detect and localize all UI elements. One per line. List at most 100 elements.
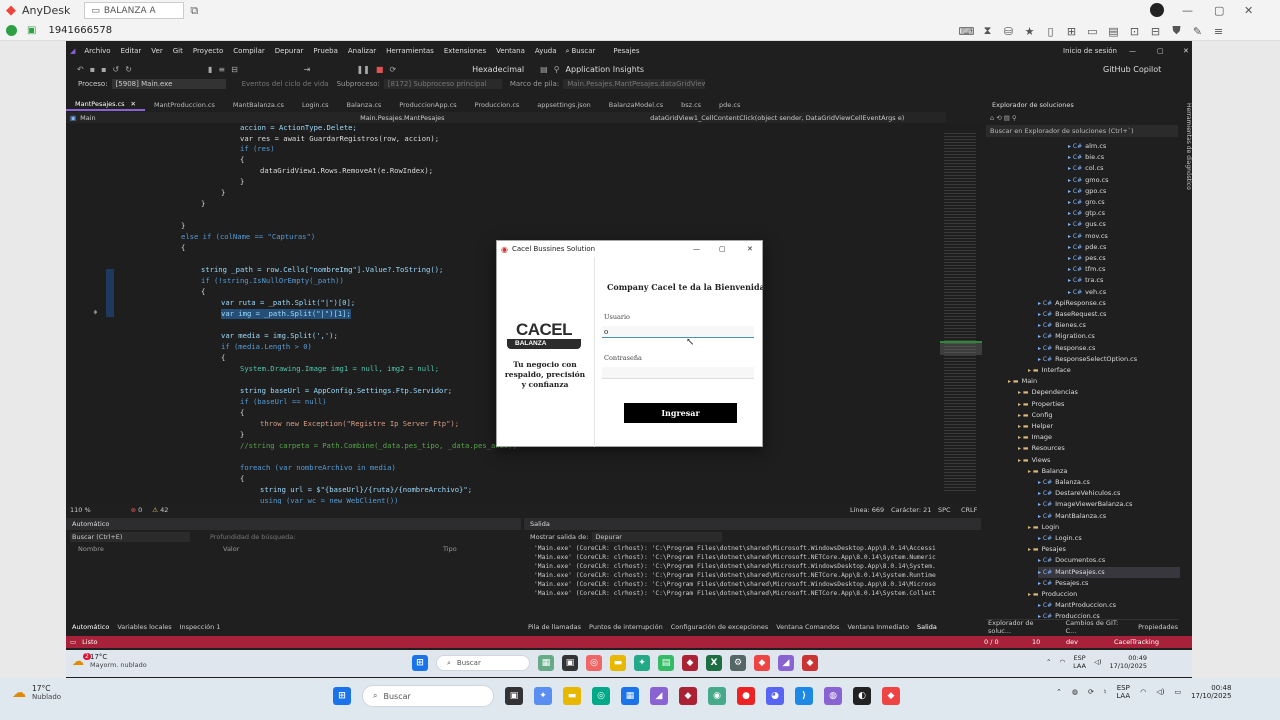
- ingresar-button[interactable]: Ingresar: [624, 403, 737, 423]
- zoom-level[interactable]: 110 %: [70, 506, 91, 514]
- solution-item[interactable]: ▸ C# pde.cs: [1068, 242, 1106, 253]
- solution-item[interactable]: ▸ ▬ Balanza: [1028, 466, 1067, 477]
- remote-search-box[interactable]: ⌕ Buscar: [436, 655, 530, 671]
- lineending-indicator[interactable]: CRLF: [961, 506, 977, 514]
- signin-link[interactable]: Inicio de sesión: [1058, 47, 1122, 55]
- solution-item[interactable]: ▸ C# MantProduccion.cs: [1038, 600, 1116, 611]
- record-icon[interactable]: ⊡: [1124, 25, 1145, 38]
- solution-item[interactable]: ▸ ▬ Views: [1018, 455, 1050, 466]
- solution-item[interactable]: ▸ C# gus.cs: [1068, 219, 1106, 230]
- status-repo[interactable]: CacelTracking: [1114, 638, 1159, 646]
- hourglass-icon[interactable]: ⧗: [977, 24, 998, 38]
- file-icon[interactable]: ▯: [1040, 25, 1061, 38]
- menu-herramientas[interactable]: Herramientas: [381, 47, 439, 55]
- threads-icon[interactable]: ▤: [537, 65, 551, 74]
- menu-ver[interactable]: Ver: [146, 47, 167, 55]
- tab-automatico[interactable]: Automático: [72, 623, 109, 631]
- solution-item[interactable]: ▸ C# gro.cs: [1068, 197, 1105, 208]
- tray-wifi-icon[interactable]: ◠: [1059, 658, 1065, 666]
- store-icon[interactable]: ▦: [621, 687, 639, 705]
- shield-icon[interactable]: ⛊: [1166, 24, 1187, 38]
- session-tab[interactable]: ▭ BALANZA A: [84, 2, 185, 19]
- restart-icon[interactable]: ⟳: [386, 65, 399, 74]
- dialog-minimize-icon[interactable]: —: [693, 245, 700, 253]
- tab-pde[interactable]: pde.cs: [710, 99, 749, 111]
- taskview-icon[interactable]: ▣: [562, 655, 578, 671]
- output-text[interactable]: 'Main.exe' (CoreCLR: clrhost): 'C:\Progr…: [524, 544, 981, 598]
- solution-item[interactable]: ▸ C# Migration.cs: [1038, 331, 1095, 342]
- solution-item[interactable]: ▸ C# mov.cs: [1068, 231, 1108, 242]
- outline-icon[interactable]: ⊟: [228, 65, 241, 74]
- redo-icon[interactable]: ↻: [122, 65, 135, 74]
- pen-icon[interactable]: ✎: [1187, 25, 1208, 38]
- status-branch[interactable]: dev: [1066, 638, 1078, 646]
- solution-item[interactable]: ▸ C# gmo.cs: [1068, 175, 1109, 186]
- tab-close-icon[interactable]: ✕: [131, 100, 136, 108]
- tab-breakpoints[interactable]: Puntos de interrupción: [589, 623, 663, 631]
- edge-icon[interactable]: ◎: [592, 687, 610, 705]
- app-icon[interactable]: ✦: [634, 655, 650, 671]
- window-close-icon[interactable]: ✕: [1178, 47, 1194, 55]
- nav-project[interactable]: Main: [80, 114, 360, 122]
- stackframe-select[interactable]: Main.Pesajes.MantPesajes.dataGridView1_.…: [563, 79, 706, 89]
- menu-git[interactable]: Git: [168, 47, 188, 55]
- vr-icon[interactable]: ⊟: [1145, 25, 1166, 38]
- solution-item[interactable]: ▸ C# ApiResponse.cs: [1038, 298, 1106, 309]
- edge-icon[interactable]: ◎: [586, 655, 602, 671]
- tab-callstack[interactable]: Pila de llamadas: [528, 623, 581, 631]
- discord-icon[interactable]: ◕: [766, 687, 784, 705]
- stop-icon[interactable]: ■: [373, 65, 387, 74]
- tray-mic-icon[interactable]: ♮: [1104, 688, 1107, 696]
- recorder-icon[interactable]: ●: [737, 687, 755, 705]
- vs-app-icon[interactable]: ◢: [650, 687, 668, 705]
- calculator-icon[interactable]: ▤: [658, 655, 674, 671]
- col-tipo[interactable]: Tipo: [443, 545, 457, 553]
- display-icon[interactable]: ⊞: [1061, 25, 1082, 38]
- window-restore-icon[interactable]: ▢: [1152, 47, 1169, 55]
- tray-volume-icon[interactable]: ◁): [1156, 688, 1164, 696]
- remote-address[interactable]: 1941666578: [48, 25, 112, 36]
- solution-item[interactable]: ▸ C# Login.cs: [1038, 533, 1082, 544]
- tab-produccion[interactable]: Produccion.cs: [466, 99, 529, 111]
- solution-search-input[interactable]: Buscar en Explorador de soluciones (Ctrl…: [986, 125, 1178, 137]
- tab-mantpesajes[interactable]: MantPesajes.cs ✕: [66, 99, 145, 111]
- keyboard-icon[interactable]: ⌨: [956, 25, 977, 38]
- windows-start-icon[interactable]: ⊞: [412, 655, 428, 671]
- lifecycle-events[interactable]: Eventos del ciclo de vida: [242, 80, 329, 88]
- tab-git-changes[interactable]: Cambios de GIT: C...: [1066, 619, 1131, 635]
- window-icon[interactable]: ▭: [1082, 25, 1103, 38]
- anydesk-app-icon[interactable]: ◆: [882, 687, 900, 705]
- github-icon[interactable]: ◐: [853, 687, 871, 705]
- solution-item[interactable]: ▸ C# pes.cs: [1068, 253, 1106, 264]
- menu-extensiones[interactable]: Extensiones: [439, 47, 491, 55]
- user-input[interactable]: o: [602, 326, 754, 338]
- solution-item[interactable]: ▸ ▬ Dependencias: [1018, 387, 1078, 398]
- insights-label[interactable]: Application Insights: [563, 65, 648, 74]
- tray-time[interactable]: 00:49: [1110, 654, 1147, 662]
- account-icon[interactable]: [1150, 3, 1164, 17]
- lightbulb-icon[interactable]: ♦: [93, 308, 98, 317]
- solution-item[interactable]: ▸ ▬ Helper: [1018, 421, 1053, 432]
- maximize-icon[interactable]: ▢: [1214, 4, 1224, 17]
- tab-produccionapp[interactable]: ProduccionApp.cs: [390, 99, 465, 111]
- tab-balanza[interactable]: Balanza.cs: [338, 99, 391, 111]
- error-count[interactable]: 0: [138, 506, 142, 514]
- tray-volume-icon[interactable]: ◁): [1094, 658, 1102, 666]
- save-icon[interactable]: ▪: [87, 65, 98, 74]
- solution-item[interactable]: ▸ C# bie.cs: [1068, 152, 1104, 163]
- tab-output[interactable]: Salida: [917, 623, 937, 631]
- output-source-select[interactable]: Depurar: [592, 532, 723, 542]
- status-sync[interactable]: 0 / 0: [984, 638, 999, 646]
- tray-lang[interactable]: ESP: [1116, 684, 1130, 692]
- tray-chevron-icon[interactable]: ⌃: [1046, 658, 1051, 666]
- minimize-icon[interactable]: —: [1182, 4, 1193, 17]
- folder-icon[interactable]: ▬: [563, 687, 581, 705]
- solution-item[interactable]: ▸ C# BaseRequest.cs: [1038, 309, 1106, 320]
- anydesk-app-icon[interactable]: ◆: [754, 655, 770, 671]
- solution-item[interactable]: ▸ C# ImageViewerBalanza.cs: [1038, 499, 1132, 510]
- chrome-icon[interactable]: ◉: [708, 687, 726, 705]
- tab-immediate[interactable]: Ventana Inmediato: [847, 623, 909, 631]
- solution-item[interactable]: ▸ ▬ Properties: [1018, 399, 1064, 410]
- solution-item[interactable]: ▸ ▬ Image: [1018, 432, 1052, 443]
- folder-icon[interactable]: ▬: [610, 655, 626, 671]
